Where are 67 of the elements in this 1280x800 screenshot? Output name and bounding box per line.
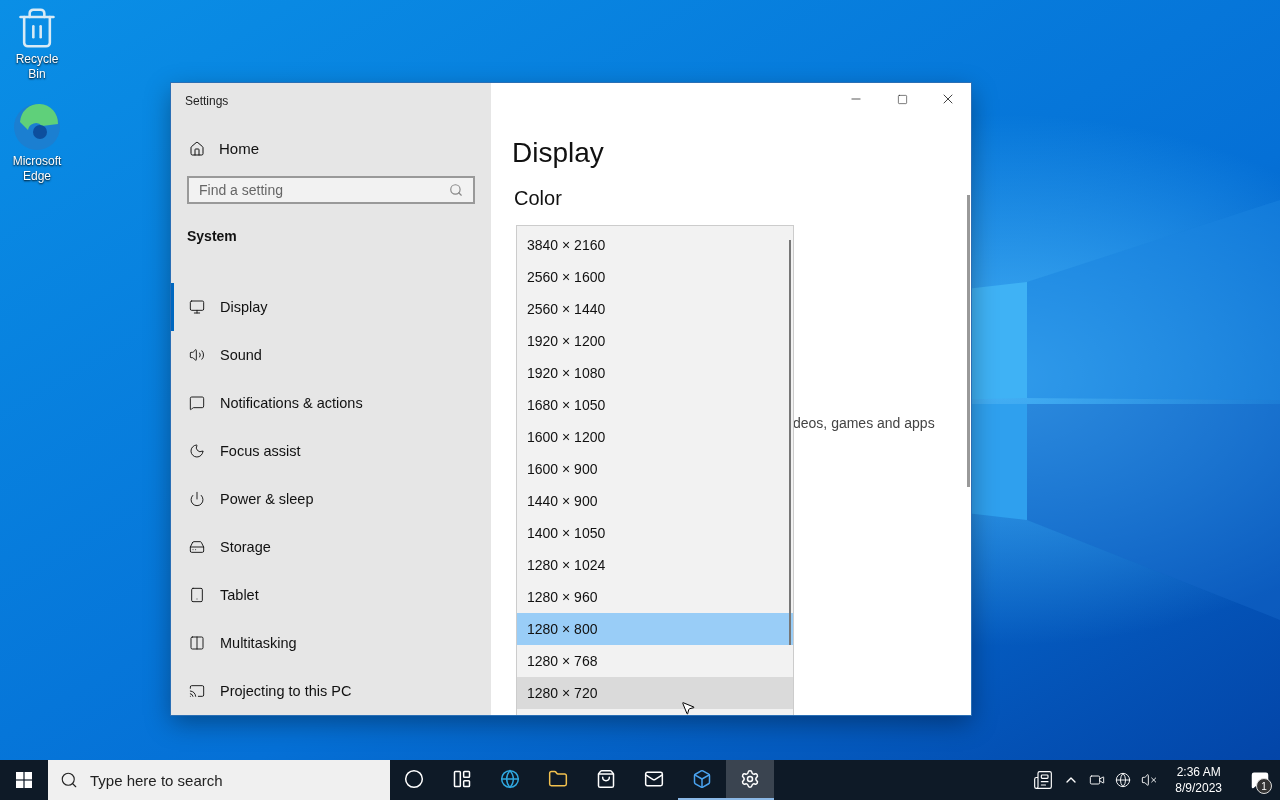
search-icon	[449, 183, 463, 197]
taskbar-app-button[interactable]	[726, 760, 774, 800]
dropdown-option[interactable]: 1280 × 720	[517, 677, 793, 709]
notification-badge: 1	[1256, 778, 1272, 794]
news-icon[interactable]	[1033, 770, 1054, 790]
notification-button[interactable]: 1	[1240, 760, 1280, 800]
nav-item[interactable]: Projecting to this PC	[171, 667, 491, 715]
speaker-icon	[189, 347, 205, 363]
section-heading: System	[186, 226, 238, 246]
dropdown-option[interactable]: 1400 × 1050	[517, 517, 793, 549]
mouse-cursor-icon	[680, 700, 696, 716]
desktop-icon-label[interactable]: Microsoft Edge	[6, 154, 68, 184]
power-icon	[189, 491, 205, 507]
monitor-icon	[189, 299, 205, 315]
nav-item[interactable]: Power & sleep	[171, 475, 491, 523]
search-field[interactable]: Find a setting	[187, 176, 475, 204]
maximize-icon	[896, 93, 908, 105]
dropdown-option[interactable]: 1680 × 1050	[517, 389, 793, 421]
clock[interactable]: 2:36 AM 8/9/2023	[1167, 764, 1230, 796]
nav-item[interactable]: Storage	[171, 523, 491, 571]
dropdown-option[interactable]: 1280 × 960	[517, 581, 793, 613]
dropdown-option[interactable]: 2560 × 1440	[517, 293, 793, 325]
mail-icon	[644, 769, 664, 789]
dropdown-option[interactable]: 1600 × 900	[517, 453, 793, 485]
page-heading: Display	[511, 136, 605, 170]
dropdown-option[interactable]: 1280 × 800	[517, 613, 793, 645]
browser-icon	[12, 102, 62, 152]
desktop-icon-label[interactable]: Recycle Bin	[6, 52, 68, 82]
shopping-bag-icon	[596, 769, 616, 789]
home-icon	[189, 140, 205, 157]
taskbar-search-field[interactable]: Type here to search	[48, 760, 390, 800]
nav-item[interactable]: Multitasking	[171, 619, 491, 667]
dropdown-option[interactable]: 1920 × 1200	[517, 325, 793, 357]
box-icon	[692, 769, 712, 789]
window-title: Settings	[184, 93, 230, 110]
camera-icon[interactable]	[1089, 772, 1106, 788]
browser-icon	[500, 769, 520, 789]
network-icon[interactable]	[1115, 772, 1132, 788]
scrollbar[interactable]	[789, 240, 791, 645]
circle-icon	[404, 769, 424, 789]
search-icon	[60, 771, 78, 789]
speech-bubble-icon	[189, 395, 205, 411]
dropdown-option[interactable]: 1280 × 768	[517, 645, 793, 677]
tablet-icon	[189, 587, 205, 603]
section-heading: Color	[513, 187, 563, 211]
nav-item[interactable]: Focus assist	[171, 427, 491, 475]
multitasking-icon	[189, 635, 205, 651]
drive-icon	[189, 539, 205, 555]
folder-icon	[548, 769, 568, 789]
nav-item[interactable]: Notifications & actions	[171, 379, 491, 427]
scrollbar[interactable]	[967, 195, 970, 487]
dropdown-option[interactable]: 1280 × 1024	[517, 549, 793, 581]
dropdown-option[interactable]: 1920 × 1080	[517, 357, 793, 389]
dropdown-option[interactable]: 1440 × 900	[517, 485, 793, 517]
dropdown-option[interactable]: 1600 × 1200	[517, 421, 793, 453]
muted-speaker-icon[interactable]	[1141, 772, 1158, 788]
nav-item[interactable]: Tablet	[171, 571, 491, 619]
nav-item[interactable]: Sound	[171, 331, 491, 379]
windows-logo-icon	[16, 772, 32, 788]
dropdown-option[interactable]: 3840 × 2160	[517, 229, 793, 261]
home-nav-item[interactable]: Home	[171, 127, 491, 171]
task-view-icon	[452, 769, 472, 789]
projector-icon	[189, 683, 205, 699]
moon-icon	[189, 443, 205, 459]
settings-icon	[740, 769, 760, 789]
dropdown-option[interactable]: 2560 × 1600	[517, 261, 793, 293]
description-text: deos, games and apps	[793, 415, 935, 431]
